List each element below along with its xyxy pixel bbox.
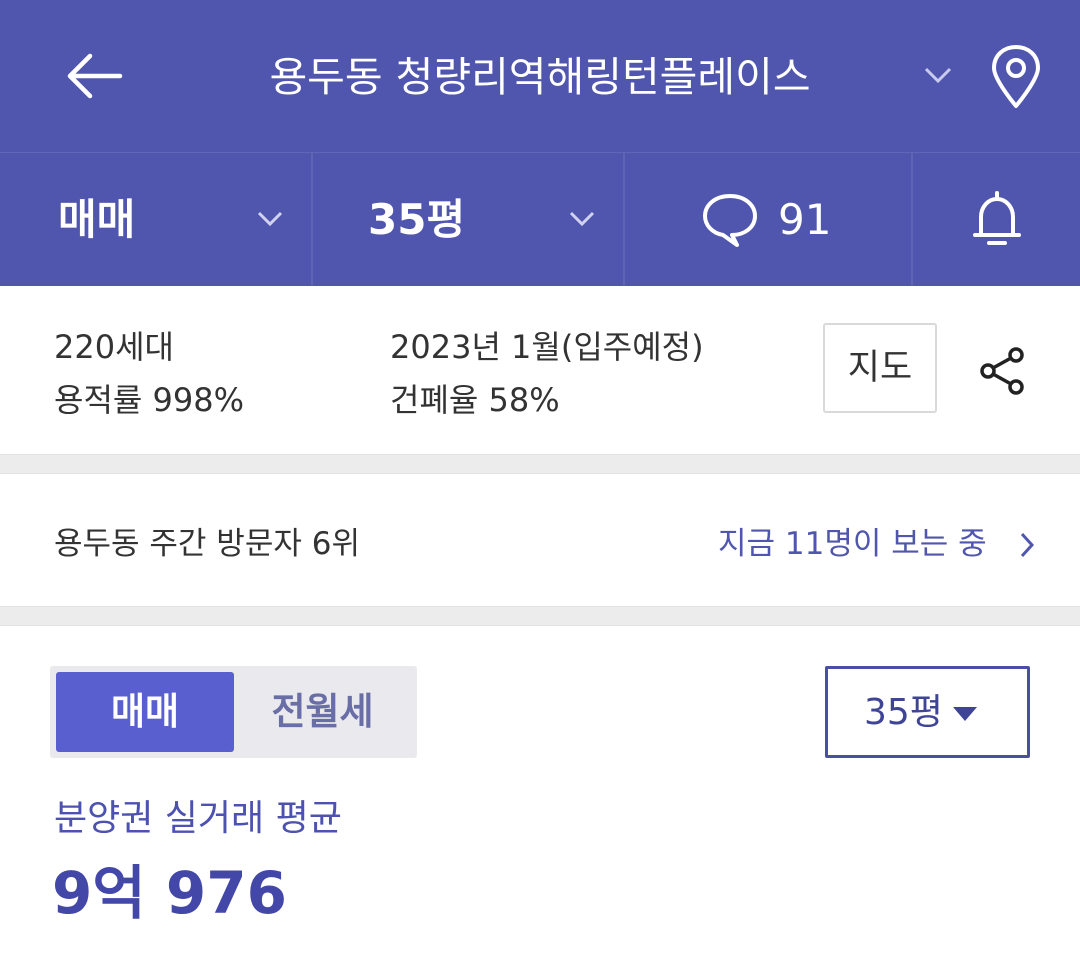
back-arrow-icon[interactable] — [62, 48, 126, 104]
share-icon[interactable] — [978, 346, 1026, 396]
tab-rent[interactable]: 전월세 — [234, 672, 411, 752]
caret-down-icon — [953, 707, 977, 721]
chevron-down-icon — [257, 211, 283, 227]
deal-type-dropdown[interactable]: 매매 — [0, 153, 313, 286]
average-price-label: 분양권 실거래 평균 — [54, 798, 342, 839]
map-button[interactable]: 지도 — [823, 323, 937, 413]
comment-count: 91 — [778, 195, 832, 244]
watching-now-link[interactable]: 지금 11명이 보는 중 — [718, 524, 987, 564]
tab-sale[interactable]: 매매 — [56, 672, 234, 752]
map-pin-icon[interactable] — [988, 44, 1044, 110]
chevron-down-icon — [569, 211, 595, 227]
deal-type-toggle: 매매 전월세 — [50, 666, 417, 758]
speech-bubble-icon — [703, 194, 757, 247]
chevron-down-icon[interactable] — [922, 64, 954, 86]
bell-icon — [973, 191, 1021, 245]
section-divider — [0, 606, 1080, 626]
chevron-right-icon[interactable] — [1018, 531, 1036, 559]
size-select-value: 35평 — [864, 692, 943, 733]
deal-type-label: 매매 — [58, 195, 136, 244]
floor-area-ratio: 용적률 998% — [54, 381, 244, 419]
notification-button[interactable] — [913, 153, 1080, 286]
size-label: 35평 — [368, 195, 466, 244]
section-divider — [0, 454, 1080, 474]
households: 220세대 — [54, 328, 174, 366]
size-dropdown[interactable]: 35평 — [313, 153, 625, 286]
move-in-date: 2023년 1월(입주예정) — [390, 328, 704, 366]
average-price-value: 9억 976 — [52, 859, 287, 927]
comments-button[interactable]: 91 — [625, 153, 913, 286]
size-select[interactable]: 35평 — [825, 666, 1030, 758]
filter-bar: 매매 35평 91 — [0, 152, 1080, 286]
building-coverage: 건폐율 58% — [390, 381, 560, 419]
complex-title[interactable]: 용두동 청량리역해링턴플레이스 — [160, 48, 920, 106]
weekly-visitor-rank: 용두동 주간 방문자 6위 — [54, 526, 360, 562]
app-header: 용두동 청량리역해링턴플레이스 — [0, 0, 1080, 152]
